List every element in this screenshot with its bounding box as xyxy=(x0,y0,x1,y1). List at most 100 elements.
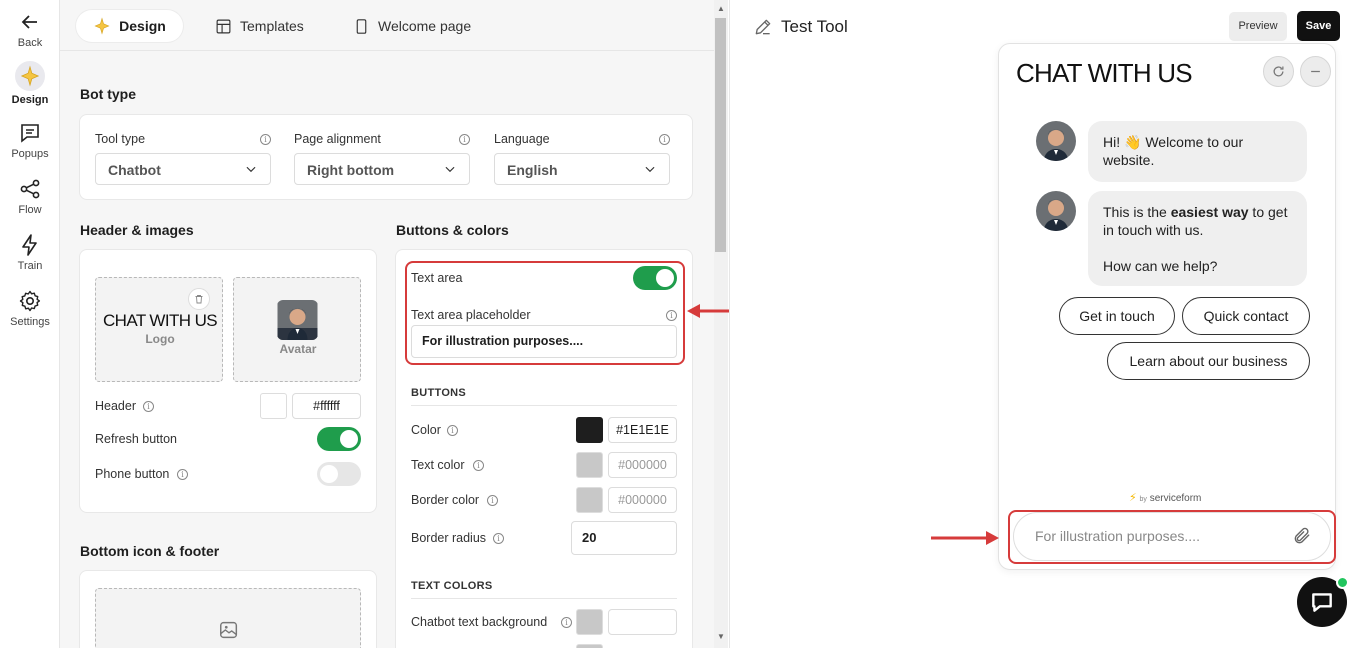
avatar-image xyxy=(277,300,318,340)
refresh-button-label: Refresh button xyxy=(95,432,177,446)
next-color-swatch[interactable] xyxy=(576,644,603,648)
avatar-caption: Avatar xyxy=(279,342,317,356)
refresh-button-toggle[interactable] xyxy=(317,427,361,451)
tab-templates[interactable]: Templates xyxy=(215,10,304,42)
tab-welcome-label: Welcome page xyxy=(378,18,472,34)
language-label: Language xyxy=(494,132,550,146)
learn-about-business-button[interactable]: Learn about our business xyxy=(1107,342,1310,380)
chevron-down-icon xyxy=(246,166,256,173)
share-nodes-icon xyxy=(20,179,40,199)
gear-icon xyxy=(19,290,41,312)
tool-type-value: Chatbot xyxy=(108,162,161,178)
sparkle-icon xyxy=(94,17,110,35)
minimize-icon[interactable] xyxy=(1300,56,1331,87)
brand-name: serviceform xyxy=(1149,493,1202,504)
info-icon: i xyxy=(447,425,458,436)
highlight-box xyxy=(405,261,685,365)
chat-widget: CHAT WITH US Hi! 👋 Welcome to our websit… xyxy=(998,43,1336,570)
image-add-icon xyxy=(220,621,238,639)
page-alignment-select[interactable]: Right bottom xyxy=(294,153,470,185)
preview-button[interactable]: Preview xyxy=(1229,12,1287,41)
bot-avatar xyxy=(1036,191,1076,231)
info-icon: i xyxy=(473,460,484,471)
avatar-upload[interactable]: Avatar xyxy=(233,277,361,382)
chatbot-bg-input[interactable] xyxy=(608,609,677,635)
info-icon: i xyxy=(659,134,670,145)
logo-caption: Logo xyxy=(145,332,175,346)
rail-item-popups[interactable]: Popups xyxy=(0,121,60,160)
phone-button-toggle[interactable] xyxy=(317,462,361,486)
scrollbar-thumb[interactable] xyxy=(715,18,726,252)
header-images-card: CHAT WITH US Logo Avatar Header i #fffff… xyxy=(79,249,377,513)
page-alignment-label: Page alignment xyxy=(294,132,381,146)
button-color-input[interactable]: #1E1E1E xyxy=(608,417,677,443)
left-rail: Back Design Popups Flow Train Settings xyxy=(0,0,60,648)
get-in-touch-button[interactable]: Get in touch xyxy=(1059,297,1175,335)
annotation-arrow-right xyxy=(930,529,1000,547)
lightning-icon xyxy=(22,234,37,256)
quick-contact-button[interactable]: Quick contact xyxy=(1182,297,1310,335)
tab-templates-label: Templates xyxy=(240,18,304,34)
border-color-input[interactable]: #000000 xyxy=(608,487,677,513)
tab-welcome-page[interactable]: Welcome page xyxy=(353,10,471,42)
text-color-swatch[interactable] xyxy=(576,452,603,478)
rail-item-settings[interactable]: Settings xyxy=(0,289,60,328)
header-color-swatch[interactable] xyxy=(260,393,287,419)
buttons-colors-title: Buttons & colors xyxy=(396,222,509,238)
trash-icon[interactable] xyxy=(188,288,210,310)
logo-upload[interactable]: CHAT WITH US Logo xyxy=(95,277,223,382)
panel-scrollbar[interactable]: ▲ ▼ xyxy=(714,0,728,648)
bottom-footer-card xyxy=(79,570,377,648)
text-color-label: Text color xyxy=(411,458,465,472)
info-icon: i xyxy=(487,495,498,506)
tool-type-label: Tool type xyxy=(95,132,146,146)
pencil-icon[interactable] xyxy=(753,17,773,37)
tool-type-select[interactable]: Chatbot xyxy=(95,153,271,185)
rail-item-design[interactable]: Design xyxy=(0,61,60,106)
refresh-icon[interactable] xyxy=(1263,56,1294,87)
rail-item-flow[interactable]: Flow xyxy=(0,177,60,216)
info-icon: i xyxy=(459,134,470,145)
sparkle-icon xyxy=(15,61,45,91)
back-button[interactable]: Back xyxy=(0,10,60,49)
bot-type-card: Tool type i Chatbot Page alignment i Rig… xyxy=(79,114,693,200)
chevron-down-icon xyxy=(645,166,655,173)
tool-name[interactable]: Test Tool xyxy=(781,17,848,37)
settings-panel: Design Templates Welcome page Bot type T… xyxy=(60,0,714,648)
text-colors-heading: TEXT COLORS xyxy=(411,580,493,592)
info-icon: i xyxy=(561,617,572,628)
msg2-question: How can we help? xyxy=(1103,258,1218,274)
message-square-icon xyxy=(21,124,39,143)
header-color-input[interactable]: #ffffff xyxy=(292,393,361,419)
page-alignment-value: Right bottom xyxy=(307,162,395,178)
tab-design-label: Design xyxy=(119,18,166,34)
logo-text: CHAT WITH US xyxy=(103,311,218,330)
powered-by: ⚡ by serviceform xyxy=(1129,491,1201,504)
rail-item-train[interactable]: Train xyxy=(0,233,60,272)
button-color-swatch[interactable] xyxy=(576,417,603,443)
border-radius-label: Border radius xyxy=(411,531,487,545)
design-label: Design xyxy=(11,94,49,106)
settings-label: Settings xyxy=(10,316,50,328)
info-icon: i xyxy=(143,401,154,412)
back-label: Back xyxy=(17,37,43,49)
chatbot-bg-swatch[interactable] xyxy=(576,609,603,635)
bolt-icon: ⚡ xyxy=(1129,492,1137,504)
preview-area: Test Tool Preview Save CHAT WITH US Hi! … xyxy=(729,0,1366,648)
bottom-icon-upload[interactable] xyxy=(95,588,361,648)
color-label: Color xyxy=(411,423,441,437)
chevron-down-icon xyxy=(445,166,455,173)
arrow-left-icon xyxy=(21,15,37,29)
chatbot-text-bg-label: Chatbot text background xyxy=(411,615,548,629)
language-select[interactable]: English xyxy=(494,153,670,185)
border-radius-input[interactable]: 20 xyxy=(571,521,677,555)
info-icon: i xyxy=(493,533,504,544)
border-color-swatch[interactable] xyxy=(576,487,603,513)
language-value: English xyxy=(507,162,558,178)
text-color-input[interactable]: #000000 xyxy=(608,452,677,478)
chat-launcher-button[interactable] xyxy=(1297,576,1349,627)
divider xyxy=(411,598,677,599)
save-button[interactable]: Save xyxy=(1297,11,1340,41)
header-images-title: Header & images xyxy=(80,222,194,238)
tab-design[interactable]: Design xyxy=(76,10,183,42)
